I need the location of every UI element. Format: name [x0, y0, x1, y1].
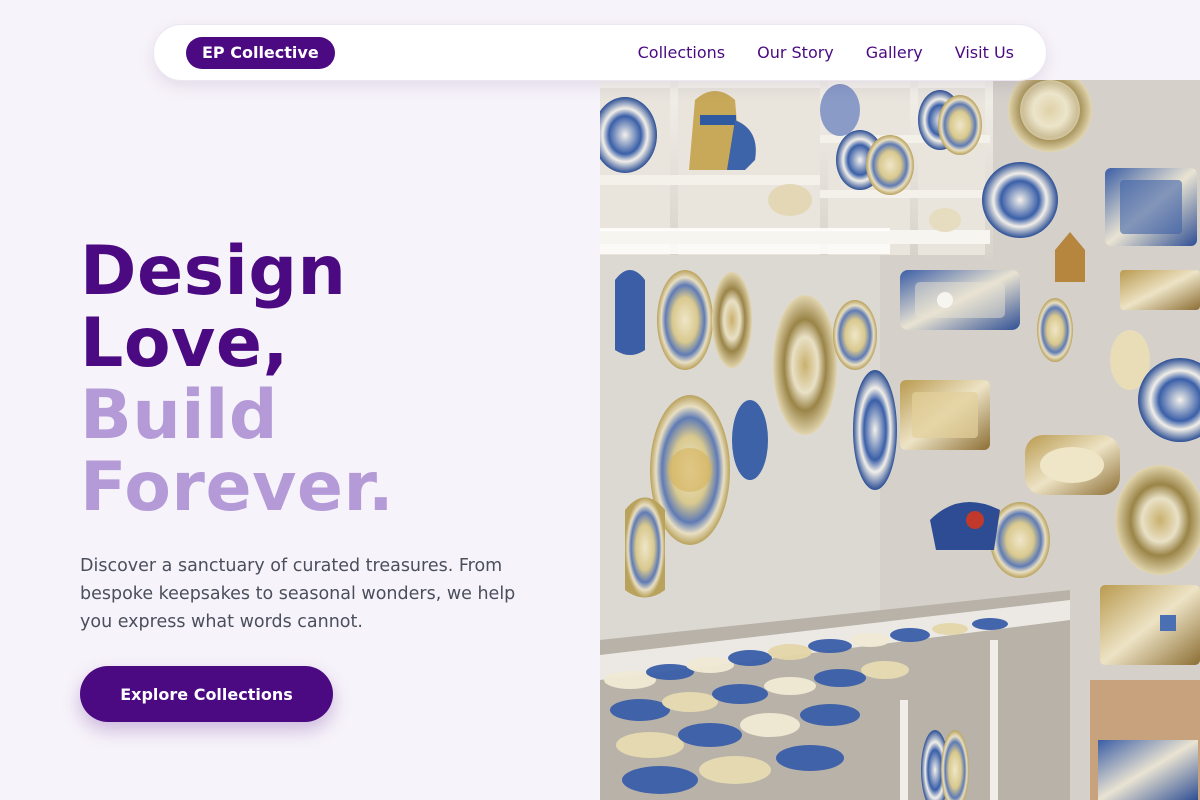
headline-line-3: Build: [80, 376, 279, 455]
top-nav: EP Collective Collections Our Story Gall…: [153, 24, 1047, 81]
headline-line-2: Love,: [80, 304, 289, 383]
hero-headline: Design Love, Build Forever.: [80, 236, 560, 524]
hero-description: Discover a sanctuary of curated treasure…: [80, 556, 516, 632]
nav-link-our-story[interactable]: Our Story: [757, 43, 834, 62]
explore-collections-button[interactable]: Explore Collections: [80, 666, 333, 722]
nav-link-collections[interactable]: Collections: [638, 43, 725, 62]
nav-links: Collections Our Story Gallery Visit Us: [638, 43, 1014, 62]
nav-link-gallery[interactable]: Gallery: [866, 43, 923, 62]
headline-line-4: Forever.: [80, 448, 395, 527]
headline-line-1: Design: [80, 232, 347, 311]
pottery-wall-illustration: [600, 80, 1200, 800]
brand-logo[interactable]: EP Collective: [186, 36, 335, 69]
nav-link-visit-us[interactable]: Visit Us: [955, 43, 1014, 62]
hero-image: [600, 80, 1200, 800]
hero-text: Design Love, Build Forever. Discover a s…: [80, 236, 560, 636]
